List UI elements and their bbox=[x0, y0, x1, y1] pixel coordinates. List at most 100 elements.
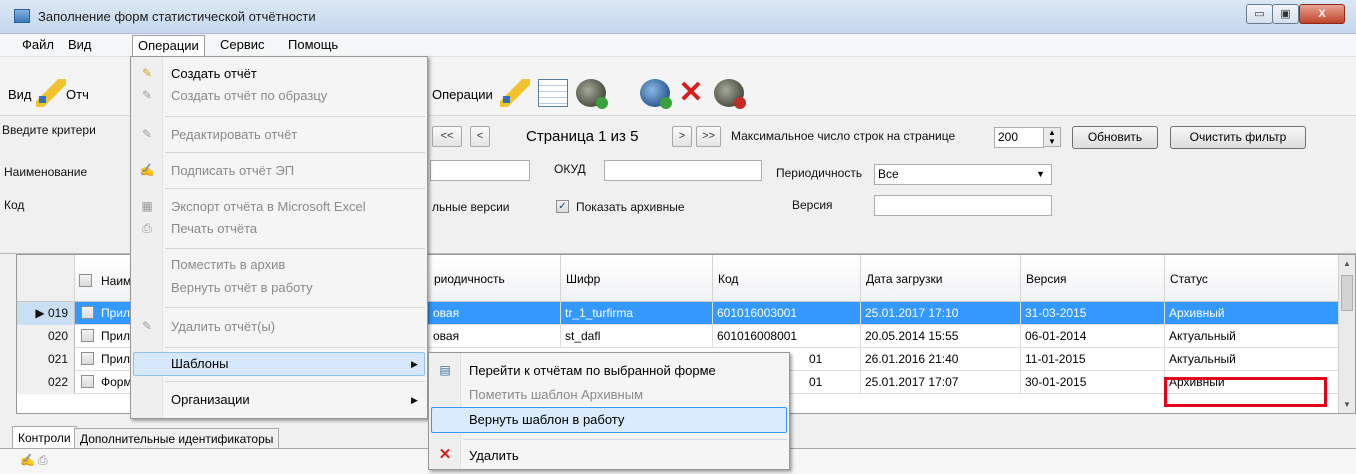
actual-versions-label: льные версии bbox=[432, 200, 510, 214]
row-number-value: 019 bbox=[47, 306, 68, 320]
menu-return-to-work[interactable]: Вернуть отчёт в работу bbox=[171, 280, 313, 295]
cell-cipher: st_dafl bbox=[561, 325, 713, 348]
templates-submenu: ▤ Перейти к отчётам по выбранной форме П… bbox=[428, 352, 790, 470]
excel-icon: ▦ bbox=[141, 199, 153, 213]
name-label: Наименование bbox=[4, 165, 88, 179]
create-report-icon: ✎ bbox=[141, 66, 153, 80]
menu-help[interactable]: Помощь bbox=[286, 37, 340, 52]
grid-vertical-scrollbar[interactable]: ▲ ▼ bbox=[1338, 255, 1355, 413]
cell-code: 601016003001 bbox=[713, 302, 861, 325]
menu-separator bbox=[165, 188, 425, 189]
close-button[interactable]: X bbox=[1299, 4, 1345, 24]
column-header-cipher[interactable]: Шифр bbox=[561, 255, 713, 302]
minimize-button[interactable]: ▭ bbox=[1246, 4, 1273, 24]
tab-controls[interactable]: Контроли bbox=[12, 426, 77, 448]
okud-input[interactable] bbox=[604, 160, 762, 181]
gear-upload-icon[interactable] bbox=[714, 79, 746, 109]
select-all-checkbox[interactable] bbox=[79, 274, 92, 287]
menu-service[interactable]: Сервис bbox=[218, 37, 267, 52]
create-report-icon[interactable] bbox=[500, 79, 530, 107]
operations-menu: ✎ Создать отчёт ✎ Создать отчёт по образ… bbox=[130, 56, 428, 419]
title-bar: Заполнение форм статистической отчётност… bbox=[0, 0, 1356, 34]
column-header-code[interactable]: Код bbox=[713, 255, 861, 302]
version-label: Версия bbox=[792, 198, 833, 212]
create-by-sample-icon: ✎ bbox=[141, 88, 153, 102]
menu-templates[interactable]: Шаблоны bbox=[171, 356, 229, 371]
cell-upload-date: 25.01.2017 17:10 bbox=[861, 302, 1021, 325]
menu-organizations[interactable]: Организации bbox=[171, 392, 250, 407]
delete-icon[interactable]: ✕ bbox=[676, 78, 706, 108]
sign-icon[interactable]: ✍ bbox=[20, 453, 35, 467]
column-header-status[interactable]: Статус bbox=[1165, 255, 1339, 302]
okud-label: ОКУД bbox=[554, 162, 586, 176]
refresh-button[interactable]: Обновить bbox=[1072, 126, 1158, 149]
cell-version: 06-01-2014 bbox=[1021, 325, 1165, 348]
menu-create-report-by-sample[interactable]: Создать отчёт по образцу bbox=[171, 88, 327, 103]
periodicity-label: Периодичность bbox=[776, 166, 863, 180]
menu-file[interactable]: Файл bbox=[20, 37, 56, 52]
scroll-down-icon[interactable]: ▼ bbox=[1343, 400, 1351, 409]
toolbar-reports-label: Отч bbox=[66, 87, 89, 102]
column-header-upload-date[interactable]: Дата загрузки bbox=[861, 255, 1021, 302]
maximize-button[interactable]: ▣ bbox=[1272, 4, 1299, 24]
sign-icon: ✍ bbox=[139, 163, 155, 177]
cell-code: 01 bbox=[805, 371, 861, 394]
menu-archive[interactable]: Поместить в архив bbox=[171, 257, 285, 272]
cell-periodicity: овая bbox=[429, 325, 561, 348]
first-page-button[interactable]: << bbox=[432, 126, 462, 147]
prev-page-button[interactable]: < bbox=[470, 126, 490, 147]
row-checkbox[interactable] bbox=[81, 352, 94, 365]
column-header-periodicity[interactable]: риодичность bbox=[429, 255, 561, 302]
row-checkbox[interactable] bbox=[81, 375, 94, 388]
menu-delete-template[interactable]: Удалить bbox=[469, 448, 519, 463]
column-header-version[interactable]: Версия bbox=[1021, 255, 1165, 302]
row-number: 020 bbox=[17, 325, 75, 348]
cell-version: 31-03-2015 bbox=[1021, 302, 1165, 325]
edit-icon[interactable] bbox=[36, 79, 66, 107]
menu-operations[interactable]: Операции bbox=[132, 35, 205, 56]
scroll-up-icon[interactable]: ▲ bbox=[1343, 259, 1351, 268]
gear-download-icon[interactable] bbox=[576, 79, 608, 109]
last-page-button[interactable]: >> bbox=[696, 126, 721, 147]
menu-separator bbox=[463, 439, 787, 440]
page-indicator: Страница 1 из 5 bbox=[526, 128, 639, 145]
table-icon[interactable] bbox=[538, 79, 568, 107]
menu-go-to-reports-by-form[interactable]: Перейти к отчётам по выбранной форме bbox=[469, 363, 716, 378]
menu-create-report[interactable]: Создать отчёт bbox=[171, 66, 257, 81]
cell-upload-date: 26.01.2016 21:40 bbox=[861, 348, 1021, 371]
current-row-icon: ▶ bbox=[35, 306, 48, 320]
cell-periodicity: овая bbox=[429, 302, 561, 325]
menu-sign-report[interactable]: Подписать отчёт ЭП bbox=[171, 163, 294, 178]
tab-additional-ids[interactable]: Дополнительные идентификаторы bbox=[74, 428, 280, 448]
code-label: Код bbox=[4, 198, 25, 212]
print-icon[interactable]: ⎙ bbox=[38, 453, 48, 468]
cell-status: Актуальный bbox=[1165, 348, 1339, 371]
cell-status: Актуальный bbox=[1165, 325, 1339, 348]
show-archived-label: Показать архивные bbox=[576, 200, 685, 214]
cell-code: 01 bbox=[805, 348, 861, 371]
menu-edit-report[interactable]: Редактировать отчёт bbox=[171, 127, 297, 142]
show-archived-checkbox[interactable]: ✓ bbox=[556, 200, 569, 213]
status-highlight-box bbox=[1164, 377, 1327, 407]
globe-download-icon[interactable] bbox=[640, 79, 672, 109]
row-header-corner bbox=[17, 255, 75, 302]
menu-view[interactable]: Вид bbox=[66, 37, 94, 52]
periodicity-value: Все bbox=[878, 167, 899, 181]
chevron-down-icon: ▼ bbox=[1036, 169, 1045, 179]
next-page-button[interactable]: > bbox=[672, 126, 692, 147]
menu-mark-template-archived[interactable]: Пометить шаблон Архивным bbox=[469, 387, 643, 402]
row-checkbox[interactable] bbox=[81, 329, 94, 342]
max-rows-spinner[interactable]: ▲ ▼ bbox=[1043, 127, 1061, 147]
version-input[interactable] bbox=[874, 195, 1052, 216]
scroll-thumb[interactable] bbox=[1341, 275, 1353, 311]
name-input[interactable] bbox=[430, 160, 530, 181]
menu-print-report[interactable]: Печать отчёта bbox=[171, 221, 257, 236]
menu-export-excel[interactable]: Экспорт отчёта в Microsoft Excel bbox=[171, 199, 366, 214]
periodicity-select[interactable]: Все ▼ bbox=[874, 164, 1052, 185]
window-title: Заполнение форм статистической отчётност… bbox=[38, 9, 316, 24]
clear-filter-button[interactable]: Очистить фильтр bbox=[1170, 126, 1306, 149]
menu-return-template-to-work[interactable]: Вернуть шаблон в работу bbox=[469, 412, 624, 427]
menu-delete-reports[interactable]: Удалить отчёт(ы) bbox=[171, 319, 275, 334]
row-checkbox[interactable] bbox=[81, 306, 94, 319]
max-rows-input[interactable]: 200 bbox=[994, 127, 1044, 148]
